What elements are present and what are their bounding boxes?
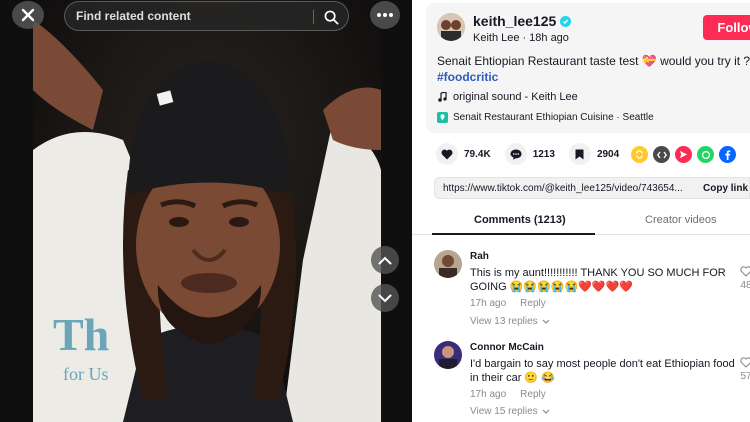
more-icon [377, 13, 393, 17]
comment-icon [504, 143, 527, 165]
comment-meta: 17h ago Reply [470, 298, 546, 309]
commenter-avatar[interactable] [434, 341, 462, 369]
comment-time: 17h ago [470, 389, 507, 400]
author-display-name: Keith Lee [473, 32, 520, 44]
avatar-image [437, 13, 465, 41]
post-time: 18h ago [529, 32, 569, 44]
post-caption: Senait Ehtiopian Restaurant taste test 💝… [437, 54, 750, 68]
follow-button[interactable]: Follow [703, 15, 750, 40]
comment-item: Connor McCain I'd bargain to say most pe… [434, 341, 750, 421]
verified-badge-icon [560, 15, 572, 27]
sound-name: original sound - Keith Lee [453, 91, 578, 103]
comment-text: This is my aunt!!!!!!!!!!! THANK YOU SO … [470, 267, 726, 293]
commenter-name[interactable]: Rah [470, 251, 489, 262]
comment-item: Rah This is my aunt!!!!!!!!!!! THANK YOU… [434, 250, 750, 330]
view-replies-button[interactable]: View 15 replies [470, 406, 550, 417]
video-player[interactable]: Th for Us [33, 0, 381, 422]
svg-text:for Us: for Us [63, 364, 109, 384]
reply-button[interactable]: Reply [520, 298, 546, 309]
repost-icon[interactable] [631, 146, 648, 163]
comment-time: 17h ago [470, 298, 507, 309]
svg-text:Th: Th [53, 309, 109, 360]
copy-link-button[interactable]: Copy link [703, 183, 748, 194]
comment-count: 1213 [532, 148, 555, 160]
sound-link[interactable]: original sound - Keith Lee [437, 91, 578, 103]
chevron-down-icon [378, 294, 392, 302]
music-note-icon [438, 92, 447, 102]
replies-label: View 15 replies [470, 406, 538, 417]
location-pin-icon [437, 112, 448, 123]
comment-like-button[interactable]: 57 [740, 357, 750, 382]
chevron-up-icon [378, 256, 392, 264]
whatsapp-icon[interactable] [697, 146, 714, 163]
like-button[interactable]: 79.4K [436, 143, 491, 165]
description-card: keith_lee125 Keith Lee·18h ago Follow Se… [426, 3, 750, 133]
next-video-button[interactable] [371, 284, 399, 312]
heart-outline-icon [740, 266, 750, 277]
tab-creator-videos[interactable]: Creator videos [645, 214, 717, 226]
view-replies-button[interactable]: View 13 replies [470, 316, 550, 327]
comment-like-count: 48 [740, 280, 750, 291]
send-icon[interactable] [675, 146, 692, 163]
tab-comments[interactable]: Comments (1213) [474, 214, 566, 226]
comment-like-count: 57 [740, 371, 750, 382]
search-icon [324, 10, 338, 24]
share-link-box: https://www.tiktok.com/@keith_lee125/vid… [434, 177, 750, 199]
author-username[interactable]: keith_lee125 [473, 13, 556, 29]
active-tab-indicator [432, 233, 595, 235]
save-count: 2904 [596, 148, 620, 160]
share-icons [631, 146, 736, 163]
heart-icon [436, 143, 458, 165]
location-name: Senait Restaurant Ethiopian Cuisine · Se… [453, 112, 654, 123]
author-username-row[interactable]: keith_lee125 [473, 13, 572, 29]
previous-video-button[interactable] [371, 246, 399, 274]
comment-text: I'd bargain to say most people don't eat… [470, 358, 735, 384]
share-url[interactable]: https://www.tiktok.com/@keith_lee125/vid… [435, 183, 697, 194]
commenter-avatar[interactable] [434, 250, 462, 278]
close-icon [21, 8, 35, 22]
chevron-down-icon [542, 409, 550, 414]
search-bar [64, 1, 349, 31]
info-pane: keith_lee125 Keith Lee·18h ago Follow Se… [412, 0, 750, 422]
video-frame-image: Th for Us [33, 0, 381, 422]
author-avatar[interactable] [437, 13, 465, 41]
chevron-down-icon [542, 319, 550, 324]
comment-like-button[interactable]: 48 [740, 266, 750, 291]
heart-outline-icon [740, 357, 750, 368]
comment-button[interactable]: 1213 [504, 143, 555, 165]
more-options-button[interactable] [370, 1, 400, 29]
commenter-name[interactable]: Connor McCain [470, 342, 544, 353]
facebook-icon[interactable] [719, 146, 736, 163]
search-divider [313, 10, 314, 24]
save-button[interactable]: 2904 [568, 143, 620, 165]
video-pane: Th for Us [0, 0, 412, 422]
bookmark-icon [568, 143, 591, 165]
tab-bar: Comments (1213) Creator videos [412, 207, 750, 235]
replies-label: View 13 replies [470, 316, 538, 327]
embed-icon[interactable] [653, 146, 670, 163]
engagement-stats: 79.4K 1213 2904 [436, 143, 633, 165]
location-link[interactable]: Senait Restaurant Ethiopian Cuisine · Se… [437, 112, 654, 123]
comment-meta: 17h ago Reply [470, 389, 546, 400]
like-count: 79.4K [464, 148, 491, 160]
reply-button[interactable]: Reply [520, 389, 546, 400]
hashtag-link[interactable]: #foodcritic [437, 70, 498, 84]
close-button[interactable] [12, 1, 44, 29]
author-subline: Keith Lee · 18h ago [473, 32, 569, 44]
search-input[interactable] [65, 9, 305, 23]
search-button[interactable] [320, 7, 342, 27]
